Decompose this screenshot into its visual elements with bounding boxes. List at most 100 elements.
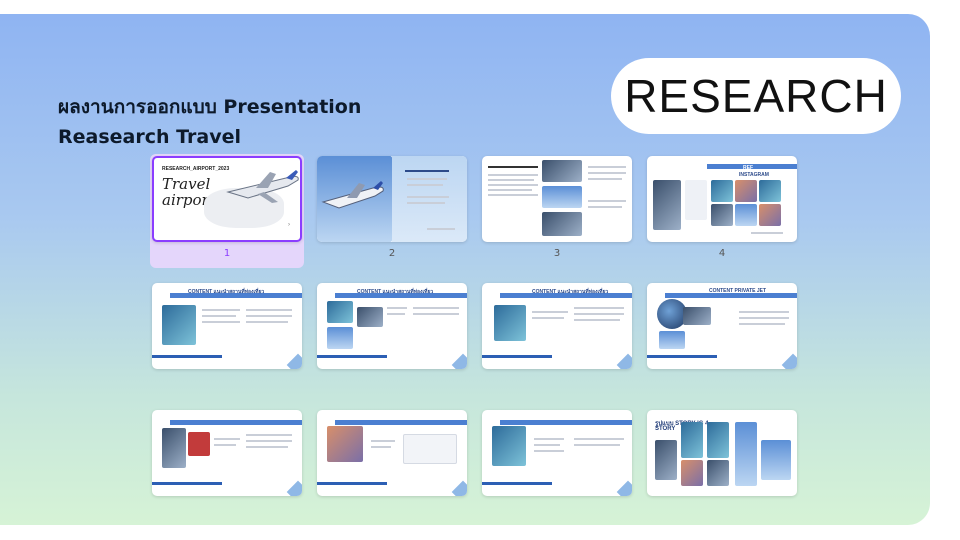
slide-preview: รูปแบบ STORY IG 4 STORY	[647, 410, 797, 496]
slide-thumbnail-11[interactable]	[480, 408, 634, 498]
story-photo	[681, 422, 703, 458]
slide-preview	[152, 410, 302, 496]
text-line	[488, 189, 532, 191]
corner-decoration	[451, 480, 467, 496]
text-line	[532, 311, 568, 313]
slide-thumbnail-12[interactable]: รูปแบบ STORY IG 4 STORY	[645, 408, 799, 498]
slide-preview	[482, 156, 632, 242]
text-line	[588, 166, 626, 168]
story-photo	[707, 460, 729, 486]
text-line	[405, 170, 449, 172]
text-line	[214, 438, 240, 440]
slide-title: CONTENT แนะนำสถานที่ท่องเที่ยว	[188, 289, 265, 295]
destination-photo	[162, 428, 186, 468]
slide-thumbnail-2[interactable]: 2	[315, 154, 469, 268]
text-line	[371, 446, 391, 448]
slide-preview	[317, 410, 467, 496]
story-photo	[681, 460, 703, 486]
slide-thumbnail-7[interactable]: CONTENT แนะนำสถานที่ท่องเที่ยว	[480, 281, 634, 371]
airplane-icon	[226, 170, 299, 203]
text-line	[534, 450, 564, 452]
text-line	[574, 438, 624, 440]
slide-grid: RESEARCH_AIRPORT_2023 Travel airport › 1	[150, 154, 800, 504]
footer-bar	[482, 482, 552, 485]
text-line	[574, 307, 624, 309]
text-line	[488, 194, 538, 196]
slide-thumbnail-10[interactable]	[315, 408, 469, 498]
destination-photo	[162, 305, 196, 345]
script-line-1: Travel	[162, 175, 211, 193]
slide-title-line-2: STORY	[655, 426, 676, 432]
text-line	[371, 440, 395, 442]
story-photo	[707, 422, 729, 458]
instagram-profile	[685, 180, 707, 220]
slide-title: CONTENT แนะนำสถานที่ท่องเที่ยว	[357, 289, 434, 295]
slide-preview	[317, 156, 467, 242]
text-line	[574, 444, 620, 446]
airport-photo	[542, 212, 582, 236]
destination-photo	[188, 432, 210, 456]
slide-title: CONTENT แนะนำสถานที่ท่องเที่ยว	[532, 289, 609, 295]
slide-thumbnail-5[interactable]: CONTENT แนะนำสถานที่ท่องเที่ยว	[150, 281, 304, 371]
destination-photo	[357, 307, 383, 327]
slide-preview	[482, 410, 632, 496]
text-line	[413, 313, 459, 315]
header-bar	[335, 420, 467, 425]
corner-decoration	[781, 353, 797, 369]
slide-thumbnail-6[interactable]: CONTENT แนะนำสถานที่ท่องเที่ยว	[315, 281, 469, 371]
text-line	[588, 206, 622, 208]
text-line	[534, 444, 560, 446]
text-line	[751, 232, 783, 234]
text-line	[588, 172, 626, 174]
text-line	[387, 307, 407, 309]
instagram-photo	[759, 204, 781, 226]
destination-photo	[327, 426, 363, 462]
text-line	[534, 438, 564, 440]
footer-bar	[482, 355, 552, 358]
text-line	[407, 184, 443, 186]
slide-small-title: RESEARCH_AIRPORT_2023	[162, 166, 230, 172]
slide-thumbnail-1[interactable]: RESEARCH_AIRPORT_2023 Travel airport › 1	[150, 154, 304, 268]
footer-bar	[317, 355, 387, 358]
heading-line-1: ผลงานการออกแบบ Presentation	[58, 96, 362, 118]
text-line	[246, 446, 288, 448]
text-line	[588, 178, 622, 180]
airport-photo	[542, 186, 582, 208]
slide-thumbnail-8[interactable]: CONTENT PRIVATE JET	[645, 281, 799, 371]
text-line	[407, 196, 449, 198]
slide-thumbnail-9[interactable]	[150, 408, 304, 498]
story-photo	[655, 440, 677, 480]
text-line	[488, 184, 538, 186]
corner-decoration	[286, 353, 302, 369]
text-line	[246, 434, 292, 436]
research-badge: RESEARCH	[611, 58, 901, 134]
destination-photo	[492, 426, 526, 466]
slide-number: 4	[718, 248, 726, 259]
slide-number: 3	[553, 248, 561, 259]
text-line	[214, 444, 236, 446]
heading-line-2: Reasearch Travel	[58, 126, 241, 148]
footer-bar	[317, 482, 387, 485]
text-line	[202, 309, 240, 311]
corner-decoration	[616, 353, 632, 369]
text-line	[202, 321, 240, 323]
jet-photo	[683, 307, 711, 325]
slide-preview: CONTENT PRIVATE JET	[647, 283, 797, 369]
text-line	[246, 309, 292, 311]
footer-bar	[152, 355, 222, 358]
corner-decoration	[616, 480, 632, 496]
text-line	[588, 200, 626, 202]
text-line	[387, 313, 405, 315]
text-line	[739, 323, 785, 325]
slide-thumbnail-3[interactable]: 3	[480, 154, 634, 268]
arrow-icon: ›	[288, 222, 290, 228]
footer-bar	[152, 482, 222, 485]
slide-preview: RESEARCH_AIRPORT_2023 Travel airport ›	[152, 156, 302, 242]
corner-decoration	[286, 480, 302, 496]
text-box	[403, 434, 457, 464]
text-line	[574, 313, 624, 315]
text-line	[532, 317, 564, 319]
slide-thumbnail-4[interactable]: REF INSTAGRAM 4	[645, 154, 799, 268]
slide-number: 2	[388, 248, 396, 259]
instagram-photo	[735, 180, 757, 202]
